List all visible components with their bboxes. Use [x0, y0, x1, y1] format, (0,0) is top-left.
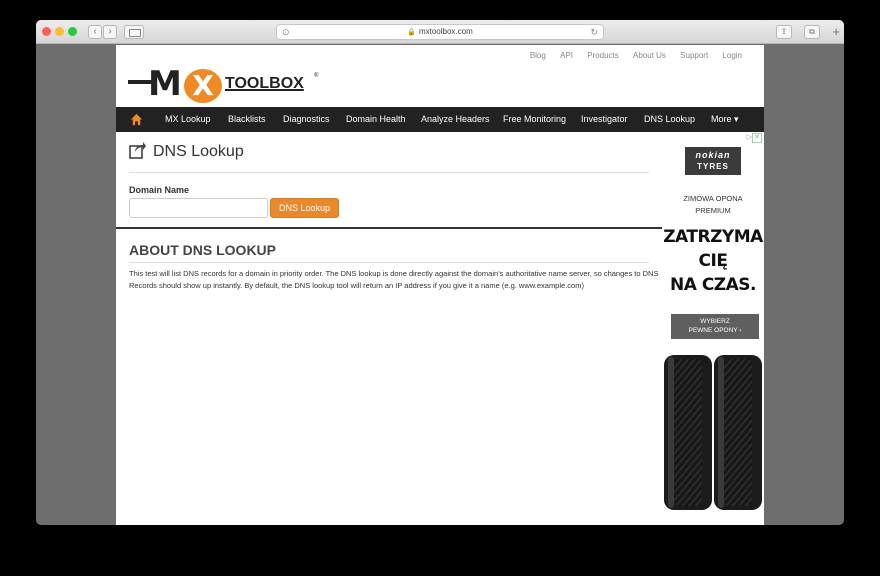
forward-button[interactable]: › [103, 25, 117, 39]
ad-cta-line: PEWNE OPONY › [688, 327, 742, 334]
ad-headline-line: CIĘ [698, 251, 728, 271]
sidebar-toggle-button[interactable] [124, 25, 144, 39]
home-icon[interactable] [130, 113, 143, 126]
nav-domain-health[interactable]: Domain Health [346, 107, 406, 132]
top-link-blog[interactable]: Blog [530, 51, 546, 60]
top-link-api[interactable]: API [560, 51, 573, 60]
lock-icon: 🔒 [407, 29, 416, 36]
share-icon: ⇪ [780, 27, 788, 36]
ad-subtitle: ZIMOWA OPONA PREMIUM [662, 193, 764, 217]
nav-free-monitoring[interactable]: Free Monitoring [503, 107, 566, 132]
nav-more[interactable]: More ▾ [711, 107, 739, 132]
tabs-button[interactable]: ⧉ [804, 25, 820, 39]
tire-image [714, 355, 762, 510]
about-text: This test will list DNS records for a do… [129, 269, 659, 290]
section-divider [116, 227, 662, 229]
nav-dns-lookup[interactable]: DNS Lookup [644, 107, 695, 132]
nav-blacklists[interactable]: Blacklists [228, 107, 266, 132]
top-links: Blog API Products About Us Support Login [518, 51, 742, 60]
minimize-window-button[interactable] [55, 27, 64, 36]
logo-wordmark: TOOLBOX [225, 75, 304, 92]
ad-headline-line: NA CZAS. [670, 275, 756, 295]
reload-icon[interactable]: ↻ [590, 25, 598, 39]
nav-analyze-headers[interactable]: Analyze Headers [421, 107, 490, 132]
ad-headline: ZATRZYMA CIĘ NA CZAS. [662, 225, 764, 297]
ad-cta-button[interactable]: WYBIERZ PEWNE OPONY › [671, 314, 759, 339]
logo-x: X [184, 69, 222, 103]
tire-image [664, 355, 712, 510]
divider [129, 262, 649, 263]
ad-cta-line: WYBIERZ [700, 318, 730, 325]
page-title: DNS Lookup [153, 143, 244, 160]
nav-mx-lookup[interactable]: MX Lookup [165, 107, 211, 132]
top-link-about[interactable]: About Us [633, 51, 666, 60]
ad-close-icon[interactable]: ✕ [752, 133, 762, 143]
zoom-window-button[interactable] [68, 27, 77, 36]
nav-investigator[interactable]: Investigator [581, 107, 628, 132]
ad-sub-line: PREMIUM [695, 206, 731, 215]
back-button[interactable]: ‹ [88, 25, 102, 39]
browser-toolbar: ‹ › ⊙ 🔒 mxtoolbox.com ↻ ⇪ ⧉ + [36, 20, 844, 44]
address-bar[interactable]: ⊙ 🔒 mxtoolbox.com ↻ [276, 24, 604, 40]
ad-brand-sub: TYRES [697, 162, 729, 171]
top-link-products[interactable]: Products [587, 51, 619, 60]
nav-diagnostics[interactable]: Diagnostics [283, 107, 330, 132]
share-page-icon [129, 142, 146, 159]
logo-m: M [148, 64, 182, 104]
dns-lookup-button[interactable]: DNS Lookup [270, 198, 339, 218]
new-tab-button[interactable]: + [832, 25, 840, 38]
about-title: ABOUT DNS LOOKUP [129, 242, 276, 258]
ad-sub-line: ZIMOWA OPONA [683, 194, 743, 203]
chevron-right-icon: › [108, 26, 112, 37]
logo-registered: ® [314, 73, 319, 79]
ad-headline-line: ZATRZYMA [663, 227, 763, 247]
divider [129, 172, 649, 173]
close-window-button[interactable] [42, 27, 51, 36]
domain-name-input[interactable] [129, 198, 268, 218]
nokian-logo: nokian TYRES [685, 147, 741, 175]
domain-name-label: Domain Name [129, 185, 190, 195]
advertisement[interactable]: ▷ ✕ nokian TYRES ZIMOWA OPONA PREMIUM ZA… [662, 133, 764, 525]
browser-window: ‹ › ⊙ 🔒 mxtoolbox.com ↻ ⇪ ⧉ + Blog API Pr… [36, 20, 844, 525]
tabs-icon: ⧉ [809, 27, 815, 36]
web-page: Blog API Products About Us Support Login… [116, 45, 764, 525]
top-link-support[interactable]: Support [680, 51, 708, 60]
main-nav: MX Lookup Blacklists Diagnostics Domain … [116, 107, 764, 132]
top-link-login[interactable]: Login [722, 51, 742, 60]
reader-icon[interactable]: ⊙ [282, 25, 290, 39]
mxtoolbox-logo[interactable]: M X TOOLBOX ® [128, 63, 338, 104]
share-button[interactable]: ⇪ [776, 25, 792, 39]
tires-image [664, 355, 762, 515]
url-text: mxtoolbox.com [418, 27, 473, 36]
ad-brand: nokian [695, 150, 731, 160]
chevron-left-icon: ‹ [93, 26, 97, 37]
